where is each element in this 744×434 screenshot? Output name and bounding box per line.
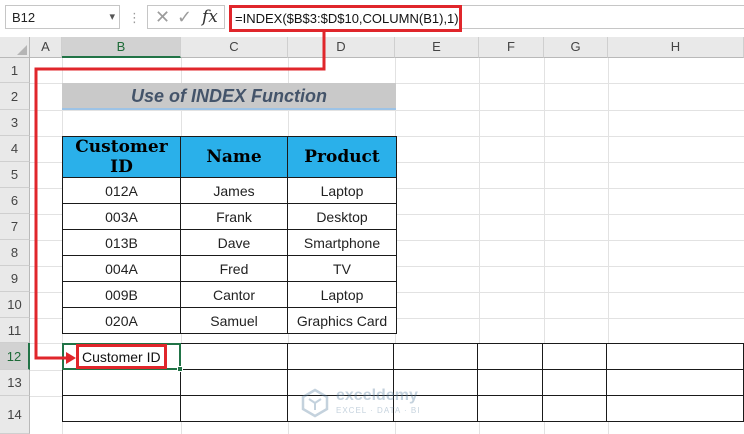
result-cell[interactable] xyxy=(477,369,544,396)
row-header-6[interactable]: 6 xyxy=(0,188,30,214)
row-header-11[interactable]: 11 xyxy=(0,318,30,343)
watermark-name: exceldemy xyxy=(336,387,418,404)
select-all-corner[interactable] xyxy=(0,37,30,58)
exceldemy-logo-icon xyxy=(301,388,329,418)
cell-customer-id[interactable]: 013B xyxy=(62,229,181,256)
name-box[interactable]: B12 ▾ xyxy=(5,5,120,29)
cell-customer-id[interactable]: 004A xyxy=(62,255,181,282)
result-cell[interactable] xyxy=(606,395,744,422)
result-cell[interactable] xyxy=(606,369,744,396)
cell-product[interactable]: Smartphone xyxy=(287,229,397,256)
cell-product[interactable]: Laptop xyxy=(287,281,397,308)
row-header-5[interactable]: 5 xyxy=(0,162,30,188)
table-row: 004A Fred TV xyxy=(62,255,397,282)
formula-bar: B12 ▾ ⋮ ✕ ✓ fx =INDEX($B$3:$D$10,COLUMN(… xyxy=(0,0,744,37)
result-cell[interactable] xyxy=(62,395,181,422)
result-cell[interactable] xyxy=(477,395,544,422)
column-header-f[interactable]: F xyxy=(479,37,544,58)
result-value: Customer ID xyxy=(82,349,161,365)
result-cell[interactable] xyxy=(286,343,395,370)
result-cell[interactable] xyxy=(179,369,288,396)
formula-buttons: ✕ ✓ fx xyxy=(147,5,225,29)
cell-name[interactable]: Frank xyxy=(180,203,288,230)
result-cell[interactable] xyxy=(542,343,608,370)
cell-customer-id[interactable]: 009B xyxy=(62,281,181,308)
row-header-7[interactable]: 7 xyxy=(0,214,30,240)
result-cell[interactable] xyxy=(542,395,608,422)
result-cell[interactable] xyxy=(179,343,288,370)
cell-customer-id[interactable]: 003A xyxy=(62,203,181,230)
column-header-h[interactable]: H xyxy=(608,37,744,58)
cell-product[interactable]: Graphics Card xyxy=(287,307,397,334)
result-cell[interactable] xyxy=(62,369,181,396)
column-header-b[interactable]: B xyxy=(62,37,181,58)
name-box-value: B12 xyxy=(12,10,36,25)
watermark: exceldemy EXCEL · DATA · BI xyxy=(300,386,450,420)
cell-customer-id[interactable]: 020A xyxy=(62,307,181,334)
row-header-10[interactable]: 10 xyxy=(0,292,30,318)
row-header-12[interactable]: 12 xyxy=(0,343,30,370)
row-header-13[interactable]: 13 xyxy=(0,370,30,396)
formula-text: =INDEX($B$3:$D$10,COLUMN(B1),1) xyxy=(235,11,459,26)
cell-name[interactable]: Cantor xyxy=(180,281,288,308)
header-product[interactable]: Product xyxy=(287,136,397,178)
grip-icon: ⋮ xyxy=(128,10,141,25)
header-customer-id[interactable]: Customer ID xyxy=(62,136,181,178)
formula-input[interactable]: =INDEX($B$3:$D$10,COLUMN(B1),1) xyxy=(229,5,462,32)
result-cell[interactable] xyxy=(606,343,744,370)
result-cell[interactable] xyxy=(542,369,608,396)
table-row: 009B Cantor Laptop xyxy=(62,281,397,308)
cell-product[interactable]: Desktop xyxy=(287,203,397,230)
cell-name[interactable]: James xyxy=(180,177,288,204)
grid-line-h xyxy=(30,110,744,111)
chevron-down-icon[interactable]: ▾ xyxy=(109,10,115,23)
fill-handle[interactable] xyxy=(177,366,183,372)
table-row: 003A Frank Desktop xyxy=(62,203,397,230)
row-header-2[interactable]: 2 xyxy=(0,83,30,110)
cell-product[interactable]: Laptop xyxy=(287,177,397,204)
result-value-box[interactable]: Customer ID xyxy=(76,344,167,369)
insert-function-icon[interactable]: fx xyxy=(202,7,218,27)
column-header-g[interactable]: G xyxy=(544,37,608,58)
result-cell[interactable] xyxy=(477,343,544,370)
title-banner[interactable]: Use of INDEX Function xyxy=(62,83,396,110)
row-header-9[interactable]: 9 xyxy=(0,266,30,292)
watermark-tagline: EXCEL · DATA · BI xyxy=(336,406,421,415)
cell-name[interactable]: Samuel xyxy=(180,307,288,334)
header-name[interactable]: Name xyxy=(180,136,288,178)
row-header-8[interactable]: 8 xyxy=(0,240,30,266)
table-row: 020A Samuel Graphics Card xyxy=(62,307,397,334)
column-header-a[interactable]: A xyxy=(30,37,62,58)
result-cell[interactable] xyxy=(393,343,479,370)
row-header-4[interactable]: 4 xyxy=(0,136,30,162)
cell-name[interactable]: Fred xyxy=(180,255,288,282)
table-header-row: Customer ID Name Product xyxy=(62,136,397,178)
cell-customer-id[interactable]: 012A xyxy=(62,177,181,204)
table-row: 013B Dave Smartphone xyxy=(62,229,397,256)
enter-icon[interactable]: ✓ xyxy=(177,7,192,28)
cancel-icon[interactable]: ✕ xyxy=(155,7,170,28)
row-header-1[interactable]: 1 xyxy=(0,58,30,83)
column-header-d[interactable]: D xyxy=(288,37,395,58)
cell-name[interactable]: Dave xyxy=(180,229,288,256)
row-header-14[interactable]: 14 xyxy=(0,396,30,434)
row-header-3[interactable]: 3 xyxy=(0,110,30,136)
select-all-icon xyxy=(17,45,27,55)
table-row: 012A James Laptop xyxy=(62,177,397,204)
column-header-c[interactable]: C xyxy=(181,37,288,58)
cell-product[interactable]: TV xyxy=(287,255,397,282)
column-header-e[interactable]: E xyxy=(395,37,479,58)
banner-title: Use of INDEX Function xyxy=(130,86,327,106)
result-cell[interactable] xyxy=(179,395,288,422)
data-table: Customer ID Name Product 012A James Lapt… xyxy=(62,136,397,334)
